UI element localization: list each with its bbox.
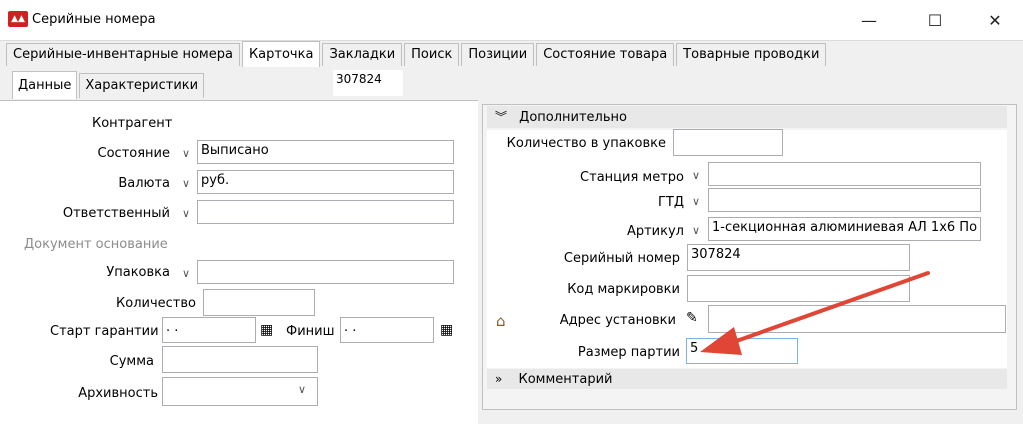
main-tabs: Серийные-инвентарные номера Карточка Зак… [6,41,828,67]
currency-field[interactable]: руб. [197,170,454,194]
tab-characteristics[interactable]: Характеристики [79,73,205,98]
basis-document-label: Документ основание [24,237,168,252]
chevron-down-icon[interactable]: ∨ [688,219,704,241]
calendar-icon[interactable]: ▦ [260,322,273,338]
state-field[interactable]: Выписано [197,140,454,164]
comment-section-title: Комментарий [518,372,613,387]
tab-goods-postings[interactable]: Товарные проводки [676,43,827,66]
tab-search[interactable]: Поиск [404,43,460,66]
close-button[interactable]: ✕ [972,0,1018,40]
qty-in-package-label: Количество в упаковке [506,136,666,151]
currency-label: Валюта [118,176,170,191]
sub-tabs: Данные Характеристики [12,71,206,99]
batch-size-label: Размер партии [577,345,680,360]
edit-pencil-icon[interactable]: ✎ [686,310,698,326]
serial-number-label: Серийный номер [563,251,680,266]
marking-code-field[interactable] [687,275,910,302]
chevron-down-icon[interactable]: ∨ [178,142,194,164]
chevron-down-icon[interactable]: ∨ [688,190,704,212]
chevron-down-icon[interactable]: ∨ [178,202,194,224]
tab-serial-inventory[interactable]: Серийные-инвентарные номера [6,43,240,66]
calendar-icon[interactable]: ▦ [440,322,453,338]
install-address-field[interactable] [708,305,1006,333]
article-field[interactable]: 1-секционная алюминиевая АЛ 1х6 По [708,217,981,241]
serial-number-field[interactable]: 307824 [687,244,910,271]
kontragent-label: Контрагент [92,116,173,131]
quantity-field[interactable] [203,289,315,316]
responsible-field[interactable] [197,200,454,224]
tab-bookmarks[interactable]: Закладки [322,43,403,66]
finish-field[interactable]: . . [340,317,434,343]
metro-field[interactable] [708,162,981,186]
package-label: Упаковка [106,265,170,280]
additional-section-title: Дополнительно [519,110,627,125]
batch-size-field[interactable]: 5 [686,338,798,364]
tab-positions[interactable]: Позиции [461,43,535,66]
chevron-down-icon[interactable]: ∨ [178,172,194,194]
expand-chevron-icon: » [495,372,503,386]
app-logo-icon: ▲▲ [8,11,28,27]
additional-section-header[interactable]: ︾ Дополнительно [487,106,1007,128]
chevron-down-icon[interactable]: ∨ [688,164,704,186]
archive-label: Архивность [78,386,158,401]
package-field[interactable] [197,260,454,284]
maximize-button[interactable]: ☐ [912,0,958,40]
quantity-label: Количество [116,296,196,311]
gtd-label: ГТД [657,195,684,210]
article-label: Артикул [626,224,684,239]
chevron-down-icon[interactable]: ∨ [298,383,306,396]
title-bar: ▲▲ Серийные номера — ☐ ✕ [0,0,1023,41]
warranty-start-label: Старт гарантии [50,324,159,339]
comment-section-header[interactable]: » Комментарий [487,369,1007,389]
metro-label: Станция метро [580,170,684,185]
chevron-down-icon[interactable]: ∨ [178,262,194,284]
record-id: 307824 [333,70,403,96]
house-icon[interactable]: ⌂ [496,312,506,330]
tab-card[interactable]: Карточка [241,41,321,67]
responsible-label: Ответственный [62,206,170,221]
state-label: Состояние [97,146,170,161]
sum-label: Сумма [109,354,154,369]
collapse-chevron-icon: ︾ [495,110,508,124]
tab-goods-state[interactable]: Состояние товара [536,43,675,66]
qty-in-package-field[interactable] [673,129,783,156]
warranty-start-field[interactable]: . . [162,317,256,343]
gtd-field[interactable] [708,188,981,212]
sum-field[interactable] [162,346,318,373]
minimize-button[interactable]: — [846,0,892,40]
finish-label: Финиш [286,324,335,339]
window-title: Серийные номера [32,12,156,27]
marking-code-label: Код маркировки [567,282,680,297]
tab-data[interactable]: Данные [12,71,78,99]
install-address-label: Адрес установки [559,313,676,328]
archive-select[interactable] [162,377,318,406]
